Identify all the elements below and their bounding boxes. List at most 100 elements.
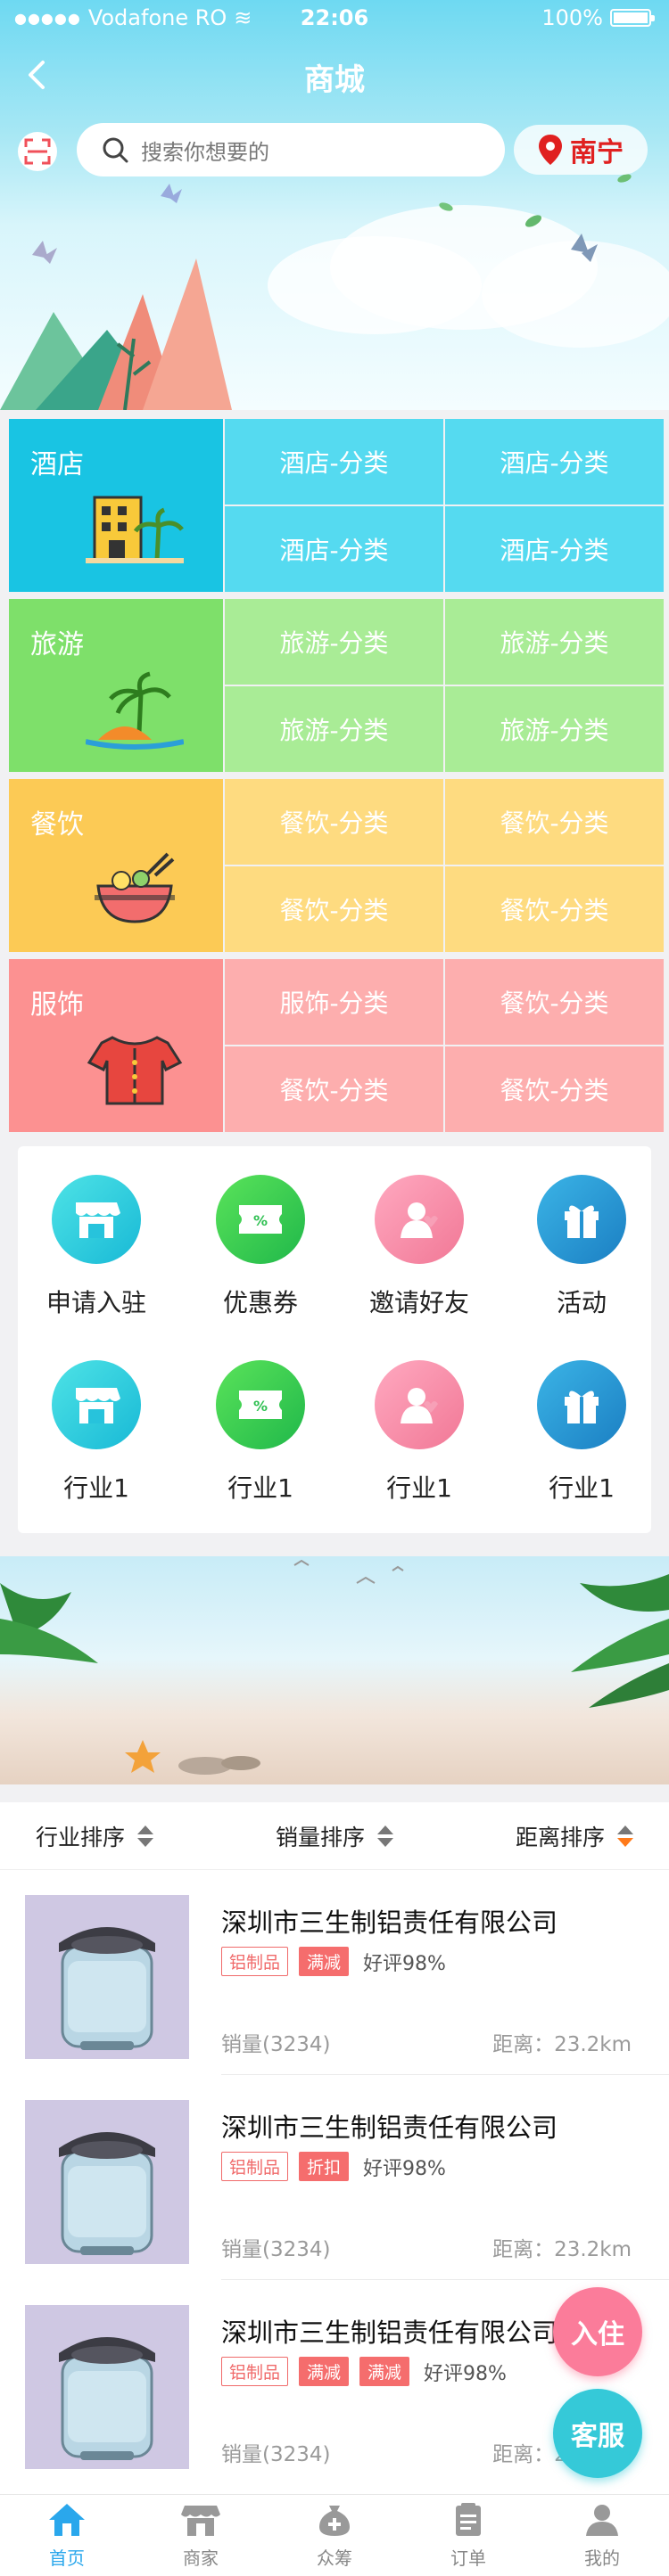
location-pin-icon [539,135,562,165]
quick-entry-label: 优惠券 [222,1288,298,1317]
quick-entry-label: 行业1 [63,1473,129,1503]
status-right: 100% [541,5,655,30]
sort-arrows-icon [377,1825,393,1847]
food-bowl-icon [95,852,175,923]
shop-icon [52,1360,141,1449]
search-icon [103,137,128,163]
city-selector[interactable]: 南宁 [514,125,648,175]
tab-label: 商家 [183,2547,219,2569]
category-main[interactable]: 服饰 [9,959,223,1132]
merchant-name: 深圳市三生制铝责任有限公司 [221,1907,558,1938]
subcategory-item[interactable]: 旅游-分类 [445,599,664,685]
quick-entry-item[interactable]: 邀请好友 [357,1175,482,1319]
sort-sales-label: 销量排序 [275,1824,365,1850]
home-icon [47,2502,87,2542]
search-row: 搜索你想要的 南宁 [0,121,669,180]
sort-arrows-icon [616,1825,633,1847]
subcategory-item[interactable]: 服饰-分类 [225,959,443,1045]
order-icon [449,2502,488,2542]
tab-item[interactable]: 我的 [535,2495,669,2576]
promo-banner[interactable] [0,1556,669,1784]
sort-industry-label: 行业排序 [36,1824,126,1850]
category-main[interactable]: 餐饮 [9,779,223,952]
quick-entry-item[interactable]: 行业1 [34,1360,159,1505]
merchant-tags: 铝制品 满减 好评98% [221,1947,446,1976]
subcategory-item[interactable]: 餐饮-分类 [225,866,443,952]
crowdfund-icon [315,2502,354,2542]
city-name: 南宁 [570,137,624,168]
merchant-tag: 折扣 [299,2152,350,2181]
subcategory-item[interactable]: 酒店-分类 [225,506,443,592]
quick-entry-item[interactable]: 活动 [519,1175,644,1319]
merchant-list-item[interactable]: 深圳市三生制铝责任有限公司 铝制品 满减 好评98% 销量(3234) 距离：23.2km [0,1870,669,2075]
quick-entry-item[interactable]: 行业1 [519,1360,644,1505]
sort-sales[interactable]: 销量排序 [276,1820,393,1852]
tab-label: 首页 [49,2547,85,2569]
subcategory-item[interactable]: 餐饮-分类 [225,1046,443,1132]
merchant-rating: 好评98% [363,2157,446,2180]
tab-item[interactable]: 众筹 [268,2495,401,2576]
battery-icon [610,9,655,27]
nav-bar: 商城 [0,39,669,111]
quick-entry-label: 行业1 [227,1473,293,1503]
merchant-distance: 距离：23.2km [492,2033,632,2056]
merchant-tag: 满减 [359,2357,410,2386]
quick-entry-item[interactable]: % 行业1 [198,1360,323,1505]
scan-icon [24,138,51,165]
subcategory-item[interactable]: 旅游-分类 [445,686,664,772]
merchant-rating: 好评98% [424,2362,507,2385]
join-button[interactable]: 入住 [553,2287,642,2376]
quick-entry-label: 申请入驻 [45,1288,146,1317]
merchant-tag: 满减 [299,1947,350,1976]
sort-distance[interactable]: 距离排序 [516,1820,633,1852]
tab-item[interactable]: 商家 [134,2495,268,2576]
merchant-list-item[interactable]: 深圳市三生制铝责任有限公司 铝制品 折扣 好评98% 销量(3234) 距离：23.2km [0,2075,669,2280]
store-icon [181,2502,220,2542]
merchant-tags: 铝制品 满减 满减 好评98% [221,2357,507,2386]
subcategory-item[interactable]: 酒店-分类 [225,419,443,505]
category-main-label: 酒店 [30,449,84,480]
washing-machine-image [59,2337,155,2460]
customer-service-button[interactable]: 客服 [553,2389,642,2478]
hotel-building-icon [86,496,184,563]
product-thumbnail [25,1895,189,2059]
sort-industry[interactable]: 行业排序 [36,1820,154,1852]
tab-label: 订单 [450,2547,486,2569]
merchant-tag: 铝制品 [221,2357,289,2386]
tab-item[interactable]: 订单 [401,2495,535,2576]
washing-machine-image [59,1927,155,2050]
merchant-tag: 铝制品 [221,1947,289,1976]
subcategory-item[interactable]: 餐饮-分类 [445,866,664,952]
scan-button[interactable] [18,132,57,171]
subcategory-item[interactable]: 旅游-分类 [225,599,443,685]
merchant-sales: 销量(3234) [221,2443,331,2466]
quick-entry-item[interactable]: % 优惠券 [198,1175,323,1319]
merchant-sales: 销量(3234) [221,2033,331,2056]
washing-machine-image [59,2132,155,2255]
search-input[interactable]: 搜索你想要的 [77,123,505,176]
page-title: 商城 [304,62,365,98]
category-main-label: 餐饮 [30,809,84,841]
palm-island-icon [86,671,184,750]
subcategory-item[interactable]: 旅游-分类 [225,686,443,772]
coupon-icon: % [216,1175,305,1264]
quick-entry-item[interactable]: 申请入驻 [34,1175,159,1319]
quick-entry-item[interactable]: 行业1 [357,1360,482,1505]
category-main-label: 旅游 [30,629,84,660]
subcategory-item[interactable]: 餐饮-分类 [445,959,664,1045]
subcategory-item[interactable]: 酒店-分类 [445,419,664,505]
gift-icon [537,1175,626,1264]
user-icon [582,2502,622,2542]
subcategory-item[interactable]: 餐饮-分类 [445,1046,664,1132]
sort-distance-label: 距离排序 [515,1824,605,1850]
subcategory-item[interactable]: 餐饮-分类 [225,779,443,865]
tab-label: 众筹 [317,2547,352,2569]
tab-item[interactable]: 首页 [0,2495,134,2576]
category-main[interactable]: 旅游 [9,599,223,772]
subcategory-item[interactable]: 餐饮-分类 [445,779,664,865]
product-thumbnail [25,2100,189,2264]
category-main[interactable]: 酒店 [9,419,223,592]
quick-entry-label: 行业1 [386,1473,452,1503]
quick-entry-label: 活动 [556,1288,607,1317]
subcategory-item[interactable]: 酒店-分类 [445,506,664,592]
